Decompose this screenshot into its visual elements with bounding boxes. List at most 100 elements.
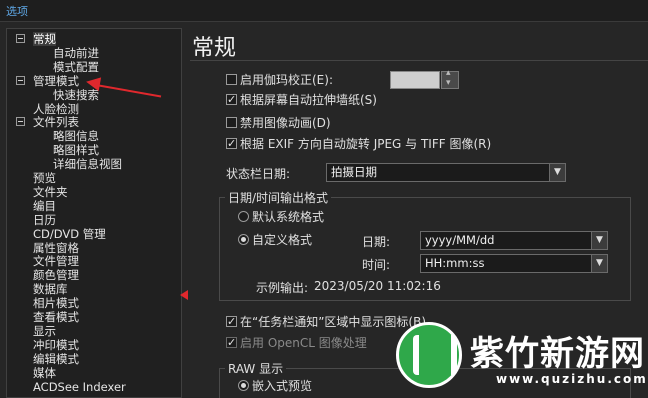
exif-rotate-checkbox[interactable]: 根据 EXIF 方向自动旋转 JPEG 与 TIFF 图像(R) bbox=[226, 136, 491, 152]
system-format-radio[interactable]: 默认系统格式 bbox=[238, 209, 324, 225]
stretch-wallpaper-checkbox[interactable]: 根据屏幕自动拉伸墙纸(S) bbox=[226, 92, 377, 108]
stretch-wallpaper-box[interactable] bbox=[226, 92, 237, 108]
tree-item-label: 略图信息 bbox=[53, 129, 99, 144]
tree-item-label: 模式配置 bbox=[53, 59, 99, 74]
tree-item[interactable]: 文件夹 bbox=[33, 185, 68, 199]
tree-item[interactable]: 显示 bbox=[33, 324, 56, 338]
opencl-checkbox: 启用 OpenCL 图像处理 bbox=[226, 335, 367, 351]
collapse-icon[interactable] bbox=[16, 75, 25, 85]
chevron-down-icon[interactable]: ▼ bbox=[591, 255, 607, 272]
tree-item[interactable]: 媒体 bbox=[33, 366, 56, 380]
tree-item-label: ACDSee Indexer bbox=[33, 379, 126, 394]
gamma-spinner[interactable] bbox=[441, 68, 459, 89]
site-watermark: 紫竹新游网 www.quzizhu.com bbox=[388, 318, 648, 398]
system-format-label: 默认系统格式 bbox=[252, 210, 325, 224]
tree-item[interactable]: 颜色管理 bbox=[33, 268, 79, 282]
tree-item[interactable]: 略图信息 bbox=[53, 129, 99, 143]
disable-animation-box[interactable] bbox=[226, 117, 237, 128]
tree-item-label: 文件夹 bbox=[33, 184, 68, 199]
tree-item[interactable]: CD/DVD 管理 bbox=[33, 227, 106, 241]
tree-item[interactable]: 管理模式 bbox=[16, 73, 79, 88]
tree-item[interactable]: 编辑模式 bbox=[33, 352, 79, 366]
tree-item[interactable]: 人脸检测 bbox=[33, 102, 79, 116]
tree-item[interactable]: 查看模式 bbox=[33, 310, 79, 324]
gamma-label: 启用伽玛校正(E): bbox=[240, 73, 333, 87]
tree-item[interactable]: 编目 bbox=[33, 199, 56, 213]
tree-item-label: 编辑模式 bbox=[33, 351, 79, 366]
chevron-down-icon[interactable]: ▼ bbox=[591, 232, 607, 249]
tree-item-label: 文件管理 bbox=[33, 254, 79, 269]
disable-animation-checkbox[interactable]: 禁用图像动画(D) bbox=[226, 115, 331, 131]
tree-item-label: 冲印模式 bbox=[33, 337, 79, 352]
time-format-value: HH:mm:ss bbox=[425, 256, 485, 270]
tree-item-label: 属性窗格 bbox=[33, 240, 79, 255]
chevron-down-icon[interactable]: ▼ bbox=[549, 164, 565, 181]
tree-item[interactable]: 文件列表 bbox=[16, 115, 79, 130]
date-format-value: yyyy/MM/dd bbox=[425, 233, 495, 247]
opencl-label: 启用 OpenCL 图像处理 bbox=[240, 336, 367, 350]
tree-item[interactable]: 冲印模式 bbox=[33, 338, 79, 352]
tree-item-label: CD/DVD 管理 bbox=[33, 226, 106, 241]
gamma-checkbox-box[interactable] bbox=[226, 74, 237, 85]
statusbar-date-select[interactable]: 拍摄日期 ▼ bbox=[326, 163, 566, 182]
tree-item[interactable]: 数据库 bbox=[33, 282, 68, 296]
tree-item-label: 管理模式 bbox=[33, 73, 79, 88]
exif-rotate-box[interactable] bbox=[226, 136, 237, 152]
watermark-name: 紫竹新游网 bbox=[470, 334, 645, 374]
gamma-checkbox[interactable]: 启用伽玛校正(E): bbox=[226, 72, 333, 88]
window-title: 选项 bbox=[0, 0, 648, 22]
tree-item-label: 编目 bbox=[33, 198, 56, 213]
sample-output-label: 示例输出: bbox=[256, 281, 309, 295]
tree-item[interactable]: 自动前进 bbox=[53, 46, 99, 60]
tree-item-label: 详细信息视图 bbox=[53, 157, 122, 172]
tree-item-label: 日历 bbox=[33, 212, 56, 227]
tree-item[interactable]: 文件管理 bbox=[33, 254, 79, 268]
tree-item[interactable]: 预览 bbox=[33, 171, 56, 185]
tree-item[interactable]: 详细信息视图 bbox=[53, 157, 122, 171]
title-divider bbox=[190, 60, 648, 61]
embedded-preview-radio[interactable]: 嵌入式预览 bbox=[238, 378, 312, 394]
custom-format-radio[interactable]: 自定义格式 bbox=[238, 232, 312, 248]
embedded-preview-radio-dot[interactable] bbox=[238, 380, 249, 391]
tree-item[interactable]: 属性窗格 bbox=[33, 241, 79, 255]
tree-item-label: 自动前进 bbox=[53, 45, 99, 60]
date-format-select[interactable]: yyyy/MM/dd ▼ bbox=[420, 231, 608, 250]
tree-item[interactable]: 相片模式 bbox=[33, 296, 79, 310]
tree-item[interactable]: ACDSee Indexer bbox=[33, 380, 126, 394]
date-label: 日期: bbox=[362, 235, 391, 249]
watermark-url: www.quzizhu.com bbox=[496, 372, 648, 386]
gamma-value-input[interactable] bbox=[390, 71, 440, 89]
collapse-icon[interactable] bbox=[16, 34, 25, 43]
custom-format-radio-dot[interactable] bbox=[238, 234, 249, 245]
disable-animation-label: 禁用图像动画(D) bbox=[240, 116, 331, 130]
tree-item-label: 略图样式 bbox=[53, 143, 99, 158]
tree-item-label: 文件列表 bbox=[33, 115, 79, 130]
time-format-select[interactable]: HH:mm:ss ▼ bbox=[420, 254, 608, 273]
annotation-arrow-head bbox=[84, 74, 102, 92]
tree-item[interactable]: 模式配置 bbox=[53, 60, 99, 74]
statusbar-date-label: 状态栏日期: bbox=[226, 167, 291, 181]
tree-item-label: 媒体 bbox=[33, 365, 56, 380]
tree-item-label: 查看模式 bbox=[33, 310, 79, 324]
tree-item-label: 常规 bbox=[33, 32, 56, 46]
taskbar-icon-box[interactable] bbox=[226, 314, 237, 330]
opencl-box bbox=[226, 335, 237, 351]
system-format-radio-dot[interactable] bbox=[238, 211, 249, 222]
tree-item-label: 显示 bbox=[33, 323, 56, 338]
sample-output-value: 2023/05/20 11:02:16 bbox=[314, 279, 441, 293]
datetime-group-title: 日期/时间输出格式 bbox=[225, 189, 332, 206]
tree-item[interactable]: 日历 bbox=[33, 213, 56, 227]
tree-item[interactable]: 略图样式 bbox=[53, 143, 99, 157]
tree-item-label: 数据库 bbox=[33, 282, 68, 297]
annotation-marker bbox=[180, 290, 188, 300]
exif-rotate-label: 根据 EXIF 方向自动旋转 JPEG 与 TIFF 图像(R) bbox=[240, 137, 492, 151]
raw-group-title: RAW 显示 bbox=[225, 360, 287, 377]
tree-item-label: 相片模式 bbox=[33, 296, 79, 311]
statusbar-date-value: 拍摄日期 bbox=[331, 165, 377, 179]
tree-item[interactable]: 常规 bbox=[16, 32, 56, 46]
tree-item-label: 预览 bbox=[33, 171, 56, 185]
tree-item-label: 颜色管理 bbox=[33, 268, 79, 283]
custom-format-label: 自定义格式 bbox=[252, 233, 313, 247]
collapse-icon[interactable] bbox=[16, 117, 25, 127]
bamboo-logo-icon bbox=[396, 322, 462, 388]
